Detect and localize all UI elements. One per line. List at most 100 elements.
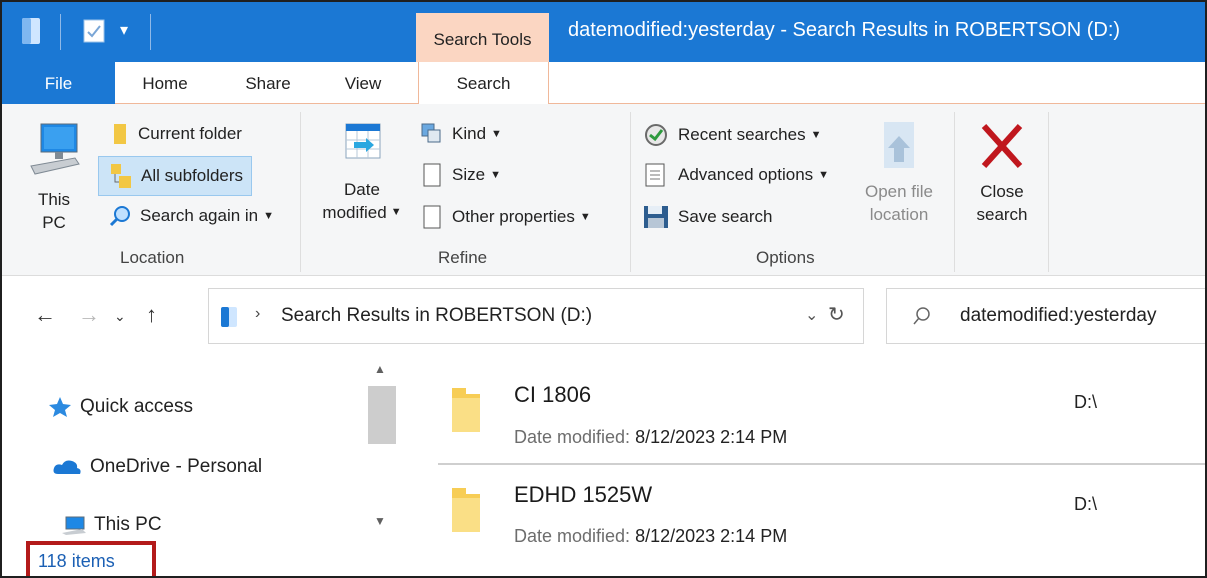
up-arrow-icon[interactable]: ↑ [146, 302, 157, 328]
calendar-icon [345, 123, 381, 159]
folder-icon [452, 488, 480, 532]
drive-icon [221, 307, 237, 327]
this-pc-label-1: This [37, 190, 71, 209]
size-button[interactable]: Size ▼ [420, 162, 501, 188]
group-separator [1048, 112, 1049, 272]
address-path: Search Results in ROBERTSON (D:) [281, 305, 593, 326]
result-date: Date modified: 8/12/2023 2:14 PM [514, 526, 787, 547]
forward-arrow-icon[interactable]: → [78, 302, 100, 328]
result-location: D:\ [1074, 494, 1098, 514]
search-input[interactable]: datemodified:yesterday [886, 288, 1205, 344]
advanced-options-label: Advanced options [678, 165, 814, 184]
nav-item-quick-access[interactable]: Quick access [48, 396, 193, 418]
chevron-down-icon: ▼ [818, 169, 830, 181]
search-query: datemodified:yesterday [960, 305, 1157, 326]
other-properties-button[interactable]: Other properties ▼ [420, 204, 591, 230]
tab-share[interactable]: Share [228, 62, 308, 104]
address-bar[interactable]: › Search Results in ROBERTSON (D:) ⌄ [208, 288, 864, 344]
file-explorer-window: ▾ Search Tools datemodified:yesterday - … [0, 0, 1207, 578]
computer-icon [62, 516, 86, 535]
qat-separator [150, 14, 151, 50]
result-date-label: Date modified: [514, 427, 631, 447]
scroll-down-icon[interactable]: ▼ [374, 514, 386, 528]
save-search-label: Save search [678, 207, 773, 226]
result-date-value: 8/12/2023 2:14 PM [635, 427, 788, 447]
recent-searches-icon [645, 124, 667, 146]
tab-home[interactable]: Home [122, 62, 208, 104]
page-icon [423, 205, 441, 229]
close-search-button[interactable]: Close search [960, 118, 1044, 226]
other-properties-label: Other properties [452, 207, 575, 226]
close-search-label-2: search [976, 205, 1028, 224]
open-file-location-icon [884, 122, 914, 168]
ribbon-tabs: File Home Share View Search [2, 62, 1205, 105]
cloud-icon [53, 460, 81, 474]
advanced-options-icon [645, 163, 665, 187]
drive-icon[interactable] [20, 16, 42, 46]
nav-pane-scrollbar[interactable]: ▲ ▼ [366, 356, 398, 534]
chevron-down-icon: ▼ [390, 206, 402, 218]
refresh-icon[interactable]: ↻ [828, 302, 845, 327]
nav-item-this-pc[interactable]: This PC [62, 514, 162, 536]
row-divider [438, 463, 1205, 465]
page-icon [423, 163, 441, 187]
window-title: datemodified:yesterday - Search Results … [568, 19, 1121, 41]
star-icon [49, 397, 71, 417]
result-location: D:\ [1074, 392, 1098, 412]
status-item-count: 118 items [26, 541, 156, 576]
search-again-in-label: Search again in [140, 206, 259, 225]
current-folder-button[interactable]: Current folder [110, 122, 242, 146]
scroll-thumb[interactable] [368, 386, 396, 444]
properties-icon[interactable] [82, 18, 106, 44]
recent-locations-chevron-icon[interactable]: ⌄ [114, 308, 126, 325]
nav-item-label: Quick access [80, 396, 193, 417]
advanced-options-button[interactable]: Advanced options ▼ [642, 162, 829, 188]
breadcrumb-chevron-icon[interactable]: › [255, 305, 260, 323]
result-name: EDHD 1525W [514, 482, 653, 507]
qat-separator [60, 14, 61, 50]
all-subfolders-label: All subfolders [141, 166, 244, 185]
group-separator [300, 112, 301, 272]
group-separator [630, 112, 631, 272]
open-file-location-button[interactable]: Open file location [854, 118, 944, 226]
result-date-label: Date modified: [514, 526, 631, 546]
qat-dropdown-icon[interactable]: ▾ [120, 20, 128, 40]
save-search-button[interactable]: Save search [642, 204, 773, 230]
this-pc-button[interactable]: This PC [22, 120, 86, 234]
result-date: Date modified: 8/12/2023 2:14 PM [514, 427, 787, 448]
size-label: Size [452, 165, 486, 184]
search-tools-contextual-tab: Search Tools [416, 13, 549, 62]
tab-search[interactable]: Search [418, 62, 549, 105]
refine-group-label: Refine [438, 248, 488, 267]
chevron-down-icon: ▼ [491, 128, 502, 140]
kind-button[interactable]: Kind ▼ [420, 122, 502, 146]
nav-item-label: This PC [94, 514, 162, 535]
recent-searches-button[interactable]: Recent searches ▼ [642, 122, 821, 148]
ribbon: This PC Current folder All subfolders Se… [2, 104, 1205, 276]
navigation-bar: ← → ⌄ ↑ › Search Results in ROBERTSON (D… [2, 276, 1205, 356]
address-dropdown-icon[interactable]: ⌄ [805, 305, 818, 325]
nav-item-label: OneDrive - Personal [90, 456, 263, 477]
open-file-location-label-1: Open file [864, 182, 934, 201]
nav-item-onedrive[interactable]: OneDrive - Personal [52, 456, 262, 478]
date-modified-label-1: Date [344, 180, 380, 199]
title-bar: ▾ Search Tools datemodified:yesterday - … [2, 2, 1205, 62]
tab-file[interactable]: File [2, 62, 115, 104]
chevron-down-icon: ▼ [810, 129, 822, 141]
chevron-down-icon: ▼ [490, 169, 501, 181]
all-subfolders-button[interactable]: All subfolders [98, 156, 253, 196]
back-arrow-icon[interactable]: ← [34, 302, 56, 328]
chevron-down-icon: ▼ [579, 211, 591, 223]
result-name: CI 1806 [514, 382, 592, 407]
current-folder-label: Current folder [138, 124, 242, 143]
kind-label: Kind [452, 124, 487, 143]
date-modified-button[interactable]: Date modified ▼ [314, 120, 410, 224]
folder-icon [452, 388, 480, 432]
date-modified-label-wrap: modified ▼ [314, 201, 410, 224]
search-icon [913, 307, 930, 325]
search-again-in-button[interactable]: Search again in ▼ [108, 204, 274, 228]
date-modified-label-2: modified [322, 203, 387, 222]
tab-view[interactable]: View [328, 62, 398, 104]
scroll-up-icon[interactable]: ▲ [374, 362, 386, 376]
options-group-label: Options [756, 248, 815, 267]
